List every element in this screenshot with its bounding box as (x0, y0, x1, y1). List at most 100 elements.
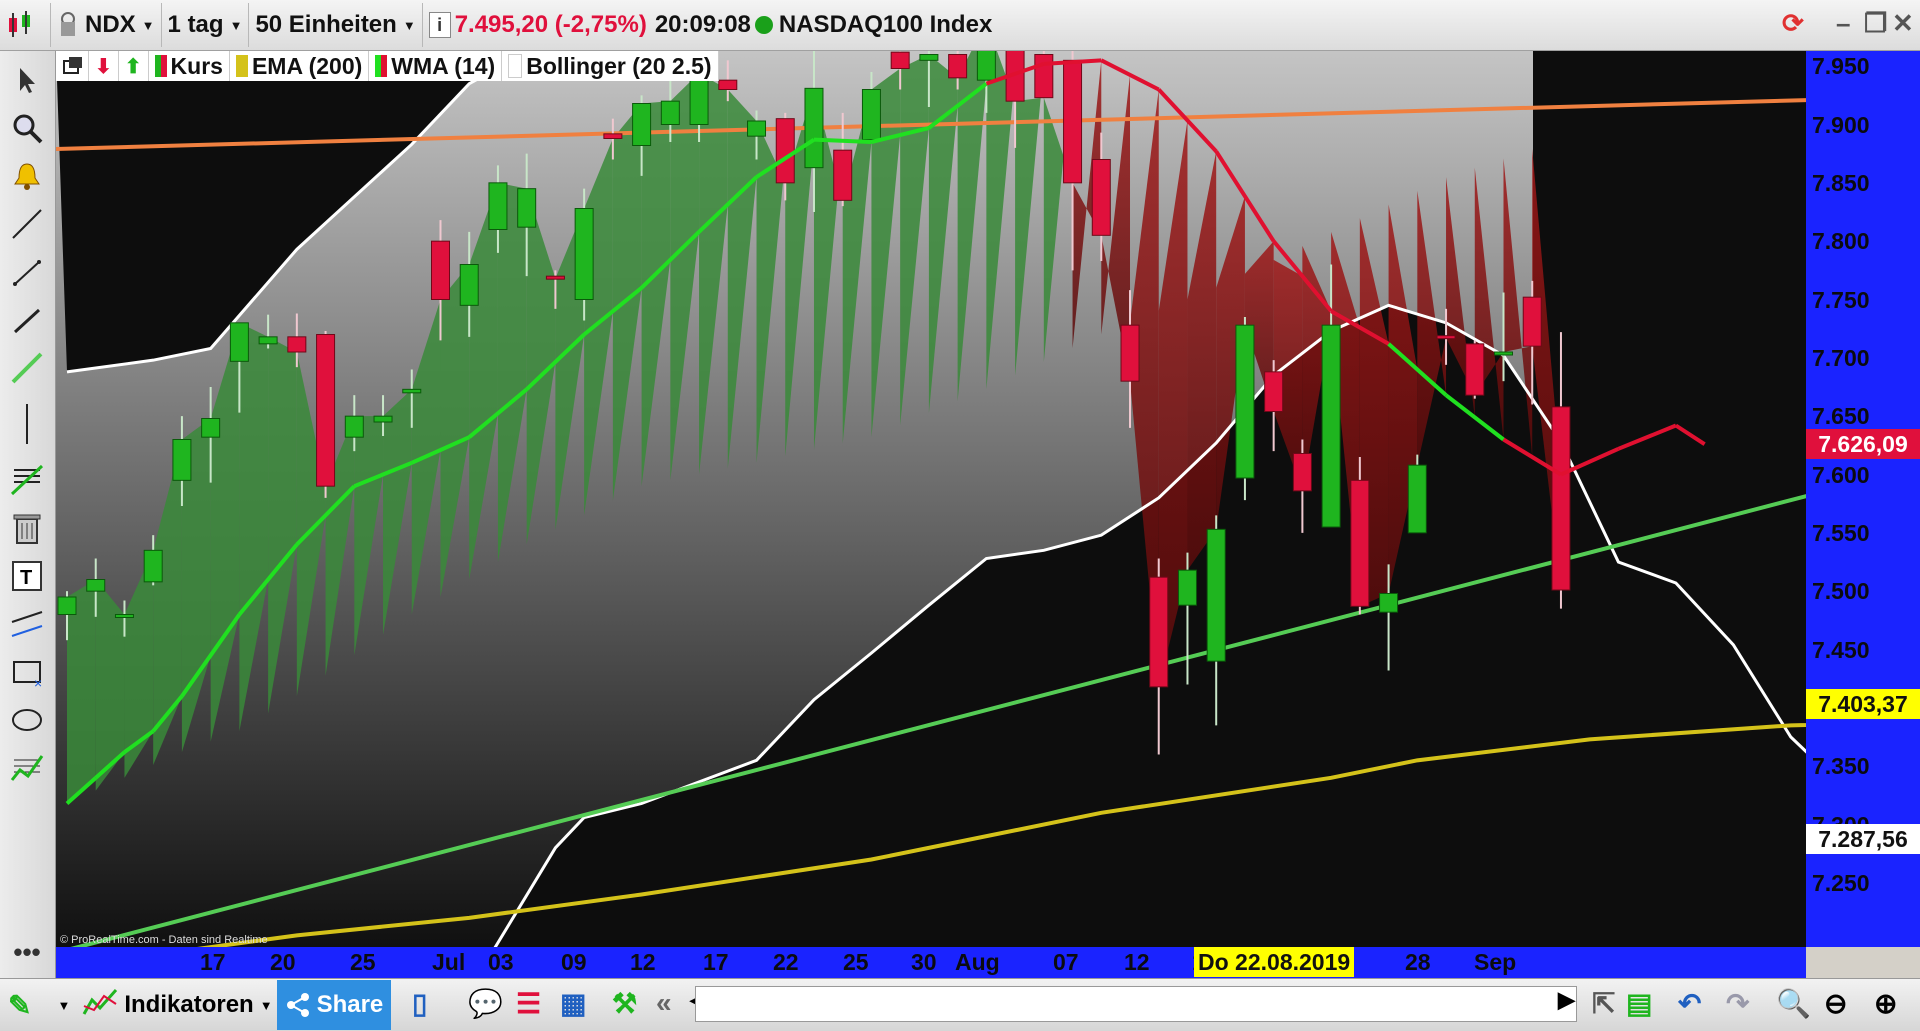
scroll-right-icon[interactable]: ▶ (1558, 987, 1575, 1013)
collapse-icon[interactable]: « (656, 987, 672, 1019)
legend-wma[interactable]: WMA (14) (369, 51, 503, 81)
candle-body (1177, 569, 1197, 606)
price-axis[interactable]: 7.950 7.900 7.850 7.800 7.750 7.700 7.650 7.600… (1806, 51, 1920, 947)
line-tool-icon[interactable] (6, 203, 48, 245)
drawing-pen-icon[interactable]: ✎ (8, 989, 31, 1022)
time-tick-label: 17 (703, 949, 729, 975)
candle-body (545, 275, 565, 280)
interval-selector[interactable]: 1 tag ▼ (162, 3, 250, 47)
data-table-icon[interactable]: ▤ (1626, 987, 1652, 1020)
chevron-down-icon: ▼ (229, 17, 243, 33)
horizontal-scrollbar[interactable] (695, 986, 1577, 1022)
price-tick-label: 7.800 (1812, 228, 1870, 255)
undo-icon[interactable]: ↶ (1678, 987, 1701, 1020)
text-tool-icon[interactable]: T (6, 555, 48, 597)
svg-text:×: × (34, 675, 42, 688)
symbol-selector[interactable]: NDX ▼ (51, 3, 162, 47)
candle-body (1436, 335, 1456, 340)
screener-icon[interactable]: ▦ (560, 987, 586, 1020)
candle-body (1494, 351, 1513, 356)
more-tools-icon[interactable]: ••• (6, 931, 48, 973)
legend-bollinger-label: Bollinger (20 2.5) (526, 52, 712, 79)
price-chart[interactable]: © ProRealTime.com - Daten sind Realtime (56, 51, 1806, 947)
candle-body (1465, 343, 1485, 396)
price-tick-label: 7.650 (1812, 403, 1870, 430)
candle-body (143, 549, 163, 583)
candle-body (718, 79, 738, 90)
time-tick-label: 17 (200, 949, 226, 975)
legend-ema[interactable]: EMA (200) (229, 51, 370, 81)
zoom-auto-icon[interactable]: 🔍 (1776, 987, 1811, 1020)
fit-icon[interactable]: ⇱ (1592, 987, 1615, 1020)
share-button[interactable]: Share (276, 980, 392, 1030)
fibonacci-icon[interactable] (6, 459, 48, 501)
candle-body (1063, 59, 1083, 184)
candle-body (373, 415, 393, 423)
legend-kurs[interactable]: Kurs (148, 51, 230, 81)
time-tick-label: 07 (1053, 949, 1079, 975)
pointer-icon[interactable] (6, 59, 48, 101)
candle-body (603, 133, 623, 140)
units-selector[interactable]: 50 Einheiten ▼ (249, 3, 423, 47)
window-icon[interactable] (56, 51, 89, 81)
candle-body (1292, 453, 1312, 492)
candle-body (488, 182, 508, 230)
indicator-legend: ⬇ ⬆ Kurs EMA (200) WMA (14) Bollinger (2… (56, 51, 719, 81)
sync-icon[interactable]: ⟳ (1782, 8, 1804, 39)
indicators-icon[interactable] (82, 986, 118, 1025)
zoom-icon[interactable] (6, 107, 48, 149)
ellipse-tool-icon[interactable] (6, 699, 48, 741)
trendline-tool-icon[interactable] (6, 347, 48, 389)
candle-body (1264, 371, 1284, 413)
candle-body (1350, 479, 1370, 607)
arrow-down-icon[interactable]: ⬇ (89, 51, 119, 81)
quote-time: 20:09:08 (654, 11, 751, 38)
price-tick-label: 7.250 (1812, 869, 1870, 896)
indicator-tool-icon[interactable] (6, 747, 48, 789)
candle-body (1206, 528, 1226, 662)
segment-tool-icon[interactable] (6, 251, 48, 293)
indicators-button[interactable]: Indikatoren (124, 991, 253, 1019)
minimize-icon[interactable]: – (1836, 8, 1850, 39)
chevron-down-icon: ▼ (402, 17, 416, 33)
rectangle-tool-icon[interactable]: × (6, 651, 48, 693)
bottom-toolbar: ✎ ▼ Indikatoren ▼ Share ▯ 💬 ☰ ▦ ⚒ « ◀ ▶ … (0, 978, 1920, 1031)
candle-body (57, 596, 77, 615)
candle-body (1235, 324, 1255, 479)
trash-icon[interactable] (6, 507, 48, 549)
candle-body (1379, 593, 1399, 613)
candle-body (459, 264, 479, 306)
time-tick-label: Aug (955, 949, 1000, 975)
candle-body (258, 336, 278, 345)
report-icon[interactable]: ☰ (516, 987, 541, 1020)
vertical-line-icon[interactable] (6, 403, 48, 445)
info-icon[interactable]: i (428, 12, 451, 38)
channel-tool-icon[interactable] (6, 603, 48, 645)
candle-body (86, 579, 106, 592)
alert-bell-icon[interactable] (6, 155, 48, 197)
chevron-down-icon[interactable]: ▼ (57, 998, 70, 1013)
chat-icon[interactable]: 💬 (468, 987, 503, 1020)
zoom-in-icon[interactable]: ⊕ (1874, 987, 1897, 1020)
time-tick-label: 12 (1124, 949, 1150, 975)
restore-icon[interactable]: ❐ (1864, 8, 1887, 39)
legend-bollinger[interactable]: Bollinger (20 2.5) (502, 51, 719, 81)
arrow-up-icon[interactable]: ⬆ (118, 51, 149, 81)
chart-type-icon[interactable] (0, 3, 51, 47)
time-axis[interactable]: 172025Jul03091217222530Aug071215Do 22.08… (56, 947, 1806, 978)
ray-tool-icon[interactable] (6, 299, 48, 341)
price-marker-label: 7.626,09 (1806, 429, 1920, 460)
close-icon[interactable]: ✕ (1892, 8, 1914, 39)
candle-body (660, 100, 680, 126)
candle-body (402, 388, 422, 394)
time-tick-label: Do 22.08.2019 (1194, 947, 1355, 977)
redo-icon[interactable]: ↷ (1726, 987, 1749, 1020)
layout-icon[interactable]: ▯ (412, 987, 427, 1020)
zoom-out-icon[interactable]: ⊖ (1824, 987, 1847, 1020)
time-tick-label: 25 (843, 949, 869, 975)
chevron-down-icon[interactable]: ▼ (260, 998, 273, 1013)
price-marker-label: 7.403,37 (1806, 688, 1920, 719)
candle-body (919, 54, 939, 61)
wma-line-segment (813, 137, 872, 144)
tools-icon[interactable]: ⚒ (612, 987, 637, 1020)
